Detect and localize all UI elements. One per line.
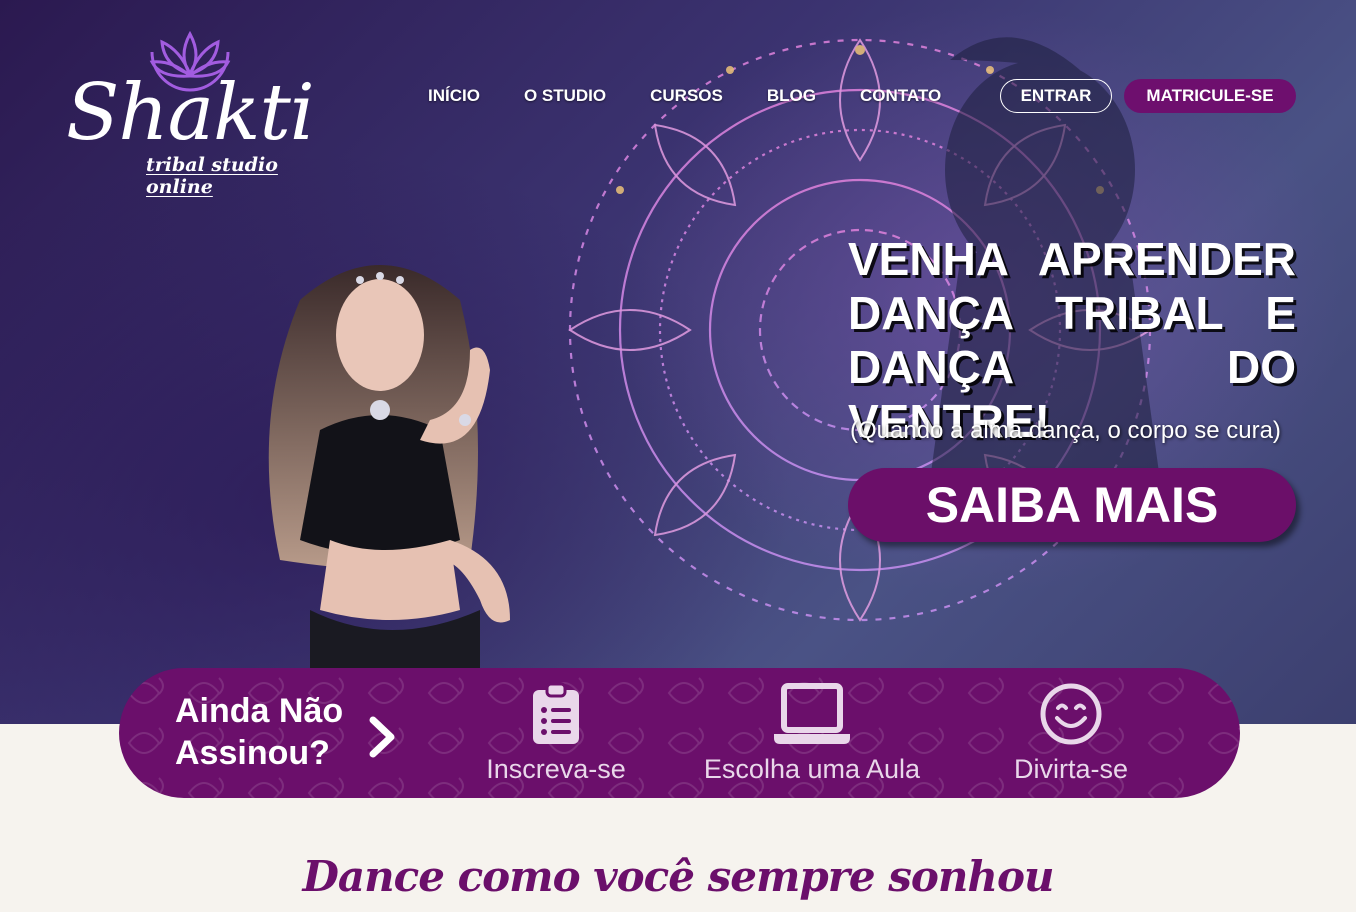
brand-name: Shakti [66,68,315,158]
clipboard-list-icon [533,682,579,744]
nav-item-contato[interactable]: CONTATO [860,80,941,112]
nav-item-blog[interactable]: BLOG [767,80,816,112]
step-inscreva-se[interactable]: Inscreva-se [436,682,676,785]
brand-logo[interactable]: Shakti tribal studio online [62,22,315,198]
hero-section: Shakti tribal studio online INÍCIO O STU… [0,0,1356,724]
steps-banner: Ainda Não Assinou? Inscreva-se Escolha u… [119,668,1240,798]
saiba-mais-button[interactable]: SAIBA MAIS [848,468,1296,542]
signup-button[interactable]: MATRICULE-SE [1124,79,1296,113]
step-label-escolha-aula: Escolha uma Aula [703,754,921,784]
hero-headline: VENHA APRENDER DANÇA TRIBAL E DANÇA DO V… [848,232,1296,448]
nav-item-cursos[interactable]: CURSOS [650,80,723,112]
section-tagline: Dance como você sempre sonhou [302,852,1054,901]
step-label-divirta-se: Divirta-se [1013,754,1128,784]
step-label-inscreva-se: Inscreva-se [486,754,626,784]
steps-title-line-1: Ainda Não [175,692,344,730]
hero-subheadline: (Quando a alma dança, o corpo se cura) [850,417,1281,444]
main-navigation: INÍCIO O STUDIO CURSOS BLOG CONTATO [428,80,985,112]
smile-icon [1040,683,1102,745]
headline-line-1: VENHA APRENDER [848,233,1296,285]
headline-line-2: DANÇA TRIBAL E [848,287,1296,339]
nav-item-inicio[interactable]: INÍCIO [428,80,480,112]
steps-title-line-2: Assinou? [175,734,330,772]
chevron-right-icon [369,716,395,758]
nav-item-o-studio[interactable]: O STUDIO [524,80,606,112]
step-divirta-se[interactable]: Divirta-se [951,682,1191,785]
login-button[interactable]: ENTRAR [1000,79,1112,113]
brand-subtitle: tribal studio online [146,154,278,198]
step-escolha-aula[interactable]: Escolha uma Aula [692,682,932,785]
laptop-icon [774,683,850,744]
steps-title: Ainda Não Assinou? [175,690,343,774]
dancer-photo [268,265,510,724]
